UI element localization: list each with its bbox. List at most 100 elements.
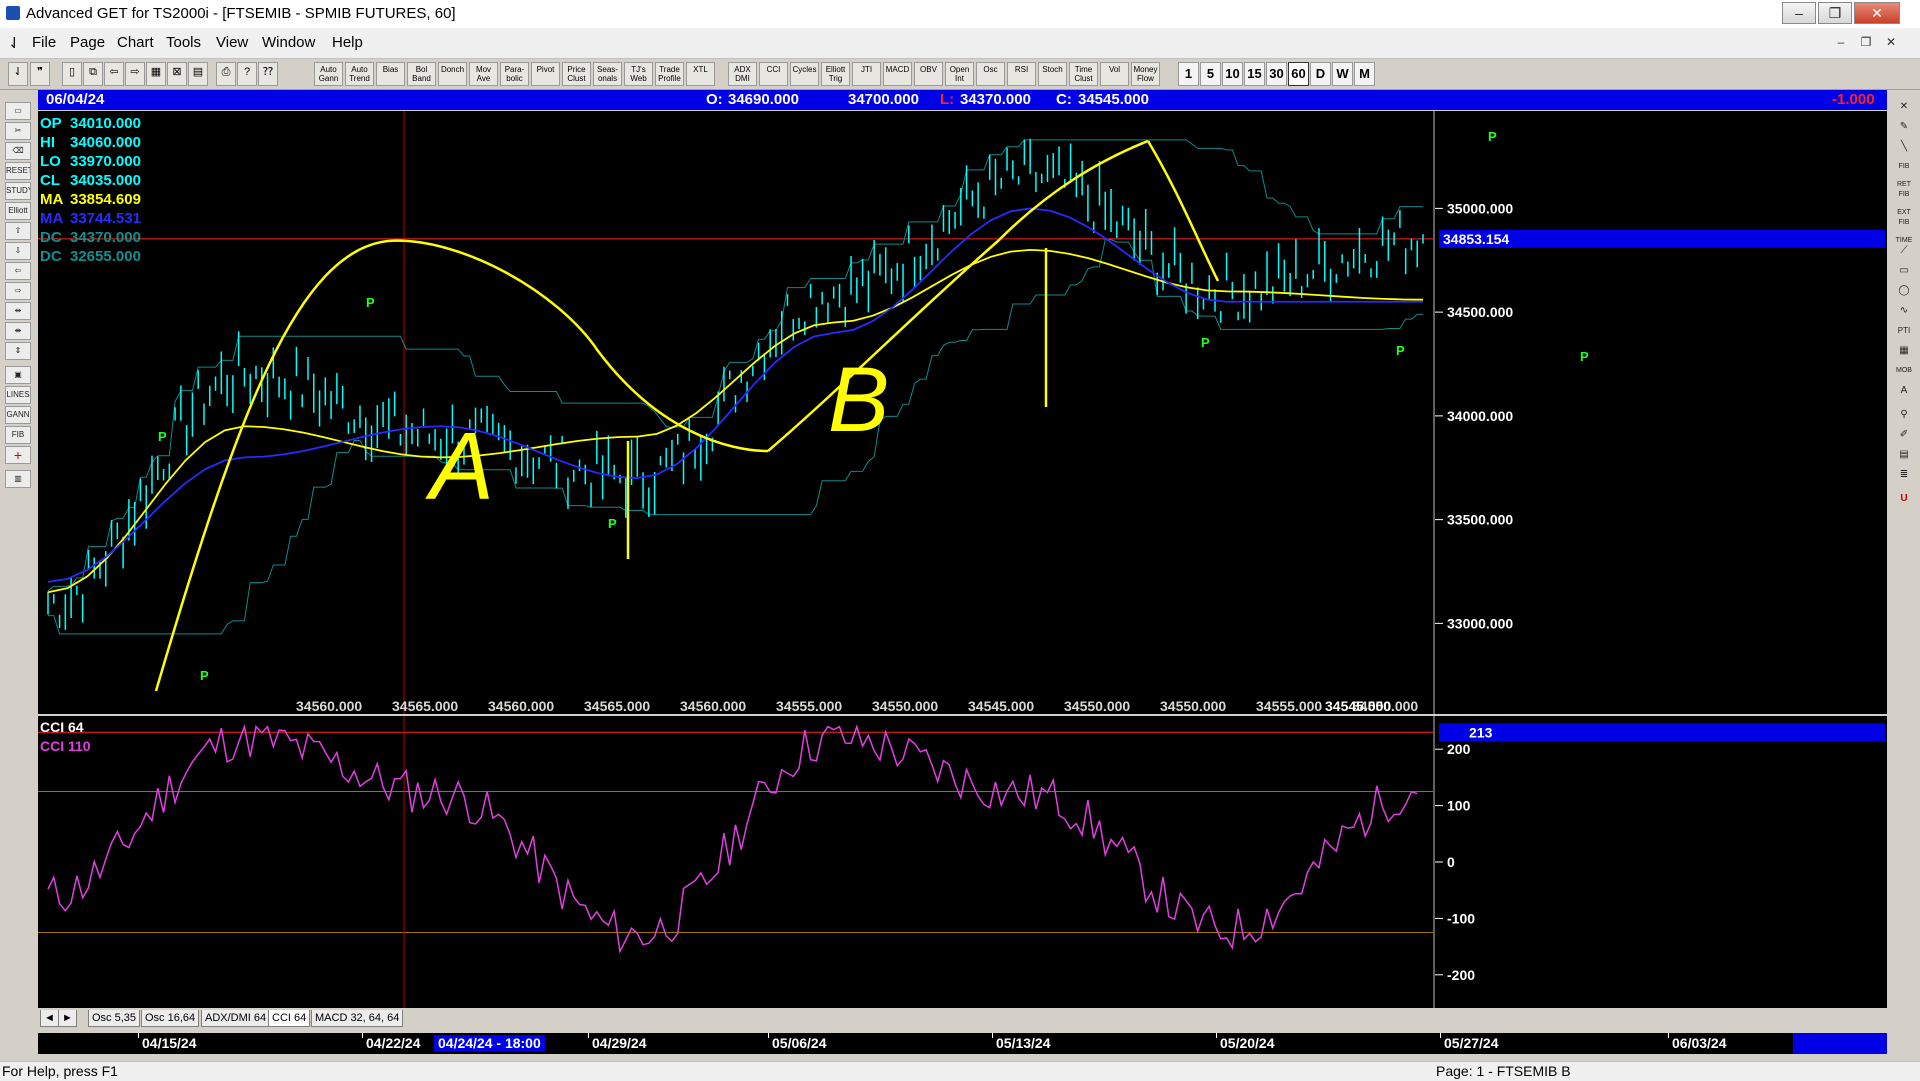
elliott-icon[interactable]: Elliott (5, 202, 31, 220)
tab-macd-32-64-64[interactable]: MACD 32, 64, 64 (311, 1010, 404, 1027)
study-button-bias[interactable]: Bias (376, 62, 405, 86)
fib-icon[interactable]: FIB (5, 426, 31, 444)
timeframe-30[interactable]: 30 (1266, 62, 1287, 86)
study-button-elliott-trig[interactable]: Elliott Trig (821, 62, 850, 86)
study-button-auto-gann[interactable]: Auto Gann (314, 62, 343, 86)
study-button-bol-band[interactable]: Bol Band (407, 62, 436, 86)
study-button-adx-dmi[interactable]: ADX DMI (728, 62, 757, 86)
layout-icon[interactable]: ▤ (188, 62, 208, 86)
study-button-tj-s-web[interactable]: TJ's Web (624, 62, 653, 86)
study-button-price-clust[interactable]: Price Clust (562, 62, 591, 86)
scissors-icon[interactable]: ✂ (5, 122, 31, 140)
channel-icon[interactable]: ▭ (1892, 262, 1916, 280)
gann-icon[interactable]: GANN (5, 406, 31, 424)
timeframe-m[interactable]: M (1354, 62, 1375, 86)
menu-window[interactable]: Window (262, 34, 315, 51)
reset-icon[interactable]: RESET (5, 162, 31, 180)
paint-icon[interactable]: ✐ (1892, 426, 1916, 444)
menu-help[interactable]: Help (332, 34, 363, 51)
zoom-icon[interactable]: ⚲ (1892, 406, 1916, 424)
tab-osc-5-35[interactable]: Osc 5,35 (88, 1010, 141, 1027)
open-icon[interactable]: ⇃ (8, 62, 28, 86)
calculator-icon[interactable]: ▤ (1892, 446, 1916, 464)
study-button-time-clust[interactable]: Time Clust (1069, 62, 1098, 86)
info-icon[interactable]: ? (237, 62, 257, 86)
fan-icon[interactable]: ⟋ (1892, 242, 1916, 260)
arrow-up-icon[interactable]: ⇧ (5, 222, 31, 240)
cci-chart-canvas[interactable]: 200 100 0 -100 -200 213 (38, 716, 1887, 1008)
study-button-jti[interactable]: JTI (852, 62, 881, 86)
study-button-mov-ave[interactable]: Mov Ave (469, 62, 498, 86)
pencil-icon[interactable]: ✎ (1892, 118, 1916, 136)
study-button-para-bolic[interactable]: Para- bolic (500, 62, 529, 86)
tab-nav-right[interactable]: ► (58, 1010, 77, 1027)
timeframe-d[interactable]: D (1310, 62, 1331, 86)
context-help-icon[interactable]: ⁇ (258, 62, 278, 86)
select-icon[interactable]: ▣ (5, 366, 31, 384)
crosshair-icon[interactable]: + (5, 446, 31, 464)
scroll-left-icon[interactable]: ⇦ (104, 62, 124, 86)
cci-chart[interactable]: 200 100 0 -100 -200 213 CCI 64 CCI 110 (38, 716, 1887, 1008)
scroll-right-icon[interactable]: ⇨ (125, 62, 145, 86)
grid-icon[interactable]: ▦ (146, 62, 166, 86)
tab-osc-16-64[interactable]: Osc 16,64 (141, 1010, 200, 1027)
mdi-restore-button[interactable]: ❐ (1855, 32, 1877, 52)
study-button-auto-trend[interactable]: Auto Trend (345, 62, 374, 86)
study-button-macd[interactable]: MACD (883, 62, 912, 86)
copy-icon[interactable]: ⧉ (83, 62, 103, 86)
compress-horizontal-icon[interactable]: ⇼ (5, 322, 31, 340)
arrow-left-icon[interactable]: ⇦ (5, 262, 31, 280)
study-button-stoch[interactable]: Stoch (1038, 62, 1067, 86)
study-button-trade-profile[interactable]: Trade Profile (655, 62, 684, 86)
study-button-donch[interactable]: Donch (438, 62, 467, 86)
pti-icon[interactable]: PTI (1892, 322, 1916, 340)
folder-icon[interactable]: ▭ (5, 102, 31, 120)
arrow-right-icon[interactable]: ⇨ (5, 282, 31, 300)
tab-nav-left[interactable]: ◄ (40, 1010, 59, 1027)
fib-time-icon[interactable]: FIB TIME (1892, 214, 1916, 244)
expand-vertical-icon[interactable]: ⇕ (5, 342, 31, 360)
new-page-icon[interactable]: ▯ (62, 62, 82, 86)
menu-tools[interactable]: Tools (166, 34, 201, 51)
mob-icon[interactable]: MOB (1892, 362, 1916, 380)
wave-icon[interactable]: ∿ (1892, 302, 1916, 320)
timeframe-1[interactable]: 1 (1178, 62, 1199, 86)
table-icon[interactable]: ▦ (1892, 342, 1916, 360)
timeframe-60[interactable]: 60 (1288, 62, 1309, 86)
eraser-icon[interactable]: ⌫ (5, 142, 31, 160)
study-button-seas-onals[interactable]: Seas- onals (593, 62, 622, 86)
timeframe-10[interactable]: 10 (1222, 62, 1243, 86)
study-button-obv[interactable]: OBV (914, 62, 943, 86)
timeframe-w[interactable]: W (1332, 62, 1353, 86)
study-icon[interactable]: STUDY (5, 182, 31, 200)
study-button-pivot[interactable]: Pivot (531, 62, 560, 86)
menu-view[interactable]: View (216, 34, 248, 51)
tab-adx-dmi-64[interactable]: ADX/DMI 64 (201, 1010, 271, 1027)
study-button-open-int[interactable]: Open Int (945, 62, 974, 86)
print-icon[interactable]: ⎙ (216, 62, 236, 86)
menu-file[interactable]: File (32, 34, 56, 51)
study-button-xtl[interactable]: XTL (686, 62, 715, 86)
arrow-down-icon[interactable]: ⇩ (5, 242, 31, 260)
price-chart[interactable]: 35000.000 34500.000 34000.000 33500.000 3300… (38, 111, 1887, 714)
maximize-button[interactable]: ❐ (1818, 2, 1852, 24)
study-button-money-flow[interactable]: Money Flow (1131, 62, 1160, 86)
study-button-rsi[interactable]: RSI (1007, 62, 1036, 86)
study-button-cycles[interactable]: Cycles (790, 62, 819, 86)
text-tool-icon[interactable]: A (1892, 382, 1916, 400)
page-icon[interactable]: ▥ (5, 470, 31, 488)
fib-ext-icon[interactable]: FIB EXT (1892, 186, 1916, 216)
price-chart-canvas[interactable]: 35000.000 34500.000 34000.000 33500.000 3300… (38, 111, 1887, 714)
close-chart-icon[interactable]: ✕ (1892, 98, 1916, 116)
timeframe-5[interactable]: 5 (1200, 62, 1221, 86)
line-tool-icon[interactable]: ╲ (1892, 138, 1916, 156)
menu-page[interactable]: Page (70, 34, 105, 51)
fib-ret-icon[interactable]: FIB RET (1892, 158, 1916, 188)
study-button-cci[interactable]: CCI (759, 62, 788, 86)
mdi-close-button[interactable]: ✕ (1880, 32, 1902, 52)
tab-cci-64[interactable]: CCI 64 (268, 1010, 311, 1027)
minimize-button[interactable]: – (1782, 2, 1816, 24)
close-button[interactable]: ✕ (1854, 2, 1900, 24)
menu-chart[interactable]: Chart (117, 34, 154, 51)
notes-icon[interactable]: ≣ (1892, 466, 1916, 484)
